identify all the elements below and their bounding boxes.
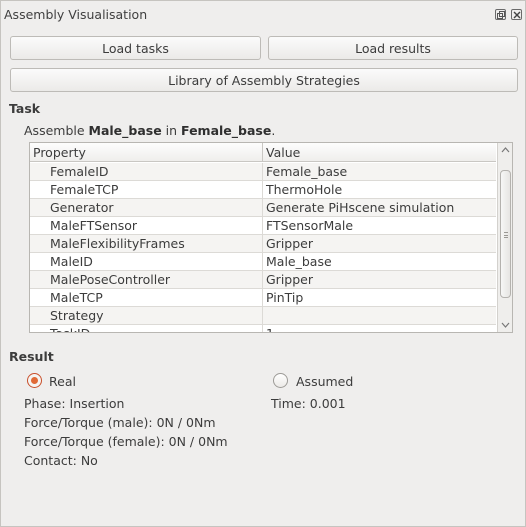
property-cell: MaleFlexibilityFrames <box>30 235 263 253</box>
value-cell: Gripper <box>266 272 313 287</box>
assemble-prefix: Assemble <box>24 123 89 138</box>
force-torque-female-text: Force/Torque (female): 0N / 0Nm <box>24 434 228 449</box>
task-properties-table[interactable]: Property Value FemaleID Female_base Fema… <box>29 142 513 333</box>
property-cell: MaleID <box>30 253 263 271</box>
property-cell: MaleFTSensor <box>30 217 263 235</box>
assemble-in-word: in <box>161 123 182 138</box>
value-cell: FTSensorMale <box>266 218 354 233</box>
scrollbar-thumb[interactable] <box>500 170 511 298</box>
property-cell: Generator <box>30 199 263 217</box>
assembly-visualisation-window: Assembly Visualisation Load tasks Load r… <box>0 0 526 527</box>
table-row[interactable]: MaleID Male_base <box>30 253 496 271</box>
table-row[interactable]: MaleFlexibilityFrames Gripper <box>30 235 496 253</box>
title-bar: Assembly Visualisation <box>1 1 525 29</box>
male-part-name: Male_base <box>88 123 162 138</box>
time-text: Time: 0.001 <box>271 396 346 411</box>
task-section-label: Task <box>9 101 41 116</box>
value-cell: Male_base <box>266 254 332 269</box>
contact-text: Contact: No <box>24 453 98 468</box>
table-vertical-scrollbar[interactable] <box>497 143 512 332</box>
property-cell: MalePoseController <box>30 271 263 289</box>
assemble-description: Assemble Male_base in Female_base. <box>24 123 275 138</box>
table-row[interactable]: TaskID 1 <box>30 325 496 332</box>
window-title: Assembly Visualisation <box>4 7 148 22</box>
property-cell: FemaleTCP <box>30 181 263 199</box>
force-torque-male-text: Force/Torque (male): 0N / 0Nm <box>24 415 216 430</box>
property-cell: TaskID <box>30 325 263 332</box>
float-icon[interactable] <box>495 9 506 20</box>
load-tasks-button[interactable]: Load tasks <box>10 36 261 60</box>
load-results-button[interactable]: Load results <box>268 36 518 60</box>
grip-icon <box>504 232 508 238</box>
property-cell: MaleTCP <box>30 289 263 307</box>
phase-text: Phase: Insertion <box>24 396 125 411</box>
value-cell <box>263 307 496 325</box>
column-header-value[interactable]: Value <box>263 143 496 162</box>
table-row[interactable]: FemaleID Female_base <box>30 163 496 181</box>
real-radio-button[interactable] <box>27 373 42 388</box>
real-radio-label[interactable]: Real <box>49 374 76 389</box>
library-of-assembly-strategies-button[interactable]: Library of Assembly Strategies <box>10 68 518 92</box>
table-header: Property Value <box>30 143 496 162</box>
property-cell: Strategy <box>30 307 263 325</box>
property-cell: FemaleID <box>30 163 263 181</box>
column-header-property[interactable]: Property <box>30 143 263 162</box>
assumed-radio-label[interactable]: Assumed <box>296 374 353 389</box>
table-row[interactable]: MalePoseController Gripper <box>30 271 496 289</box>
table-row[interactable]: FemaleTCP ThermoHole <box>30 181 496 199</box>
scroll-down-arrow-icon[interactable] <box>498 319 512 331</box>
value-cell: Generate PiHscene simulation <box>266 200 455 215</box>
value-cell: Female_base <box>266 164 348 179</box>
value-cell: Gripper <box>266 236 313 251</box>
assumed-radio-button[interactable] <box>273 373 288 388</box>
table-row[interactable]: MaleTCP PinTip <box>30 289 496 307</box>
female-part-name: Female_base <box>181 123 272 138</box>
table-row[interactable]: MaleFTSensor FTSensorMale <box>30 217 496 235</box>
value-cell: 1 <box>263 325 496 332</box>
value-cell: PinTip <box>266 290 304 305</box>
result-section-label: Result <box>9 349 54 364</box>
table-row[interactable]: Generator Generate PiHscene simulation <box>30 199 496 217</box>
scroll-up-arrow-icon[interactable] <box>498 144 512 156</box>
value-cell: ThermoHole <box>266 182 343 197</box>
close-icon[interactable] <box>511 9 522 20</box>
table-row[interactable]: Strategy <box>30 307 496 325</box>
assemble-suffix: . <box>271 123 276 138</box>
table-body: FemaleID Female_base FemaleTCP ThermoHol… <box>30 163 496 332</box>
